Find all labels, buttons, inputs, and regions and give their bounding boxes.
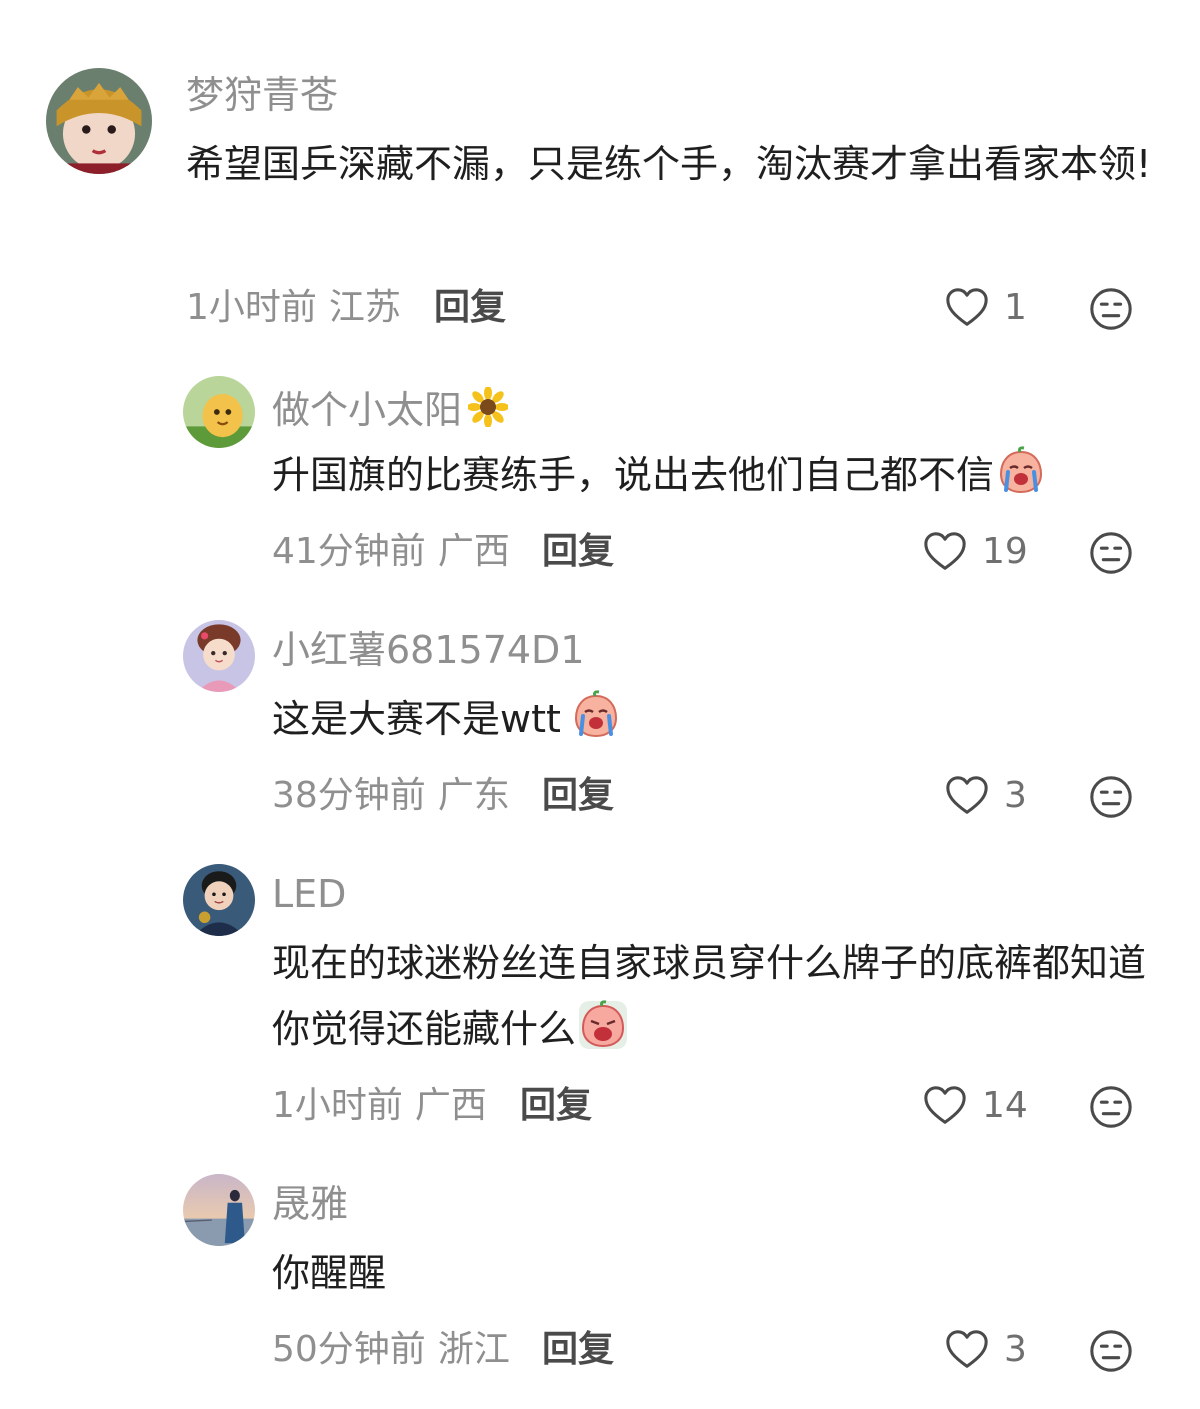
location: 广东: [437, 775, 510, 816]
reply-button[interactable]: 回复: [520, 1088, 592, 1124]
like-button[interactable]: 3: [944, 1326, 1027, 1374]
comment-body: 你醒醒: [272, 1251, 387, 1295]
neutral-face-icon: [1088, 1084, 1134, 1130]
crying-emoji: [996, 446, 1046, 496]
comment-body: 希望国乒深藏不漏，只是练个手，淘汰赛才拿出看家本领!: [186, 142, 1152, 186]
like-count: 14: [982, 1085, 1028, 1126]
heart-outline-icon: [944, 773, 990, 819]
like-button[interactable]: 1: [944, 284, 1027, 332]
timestamp: 1小时前: [186, 287, 317, 328]
crying-emoji: [578, 1000, 628, 1050]
like-button[interactable]: 3: [944, 772, 1027, 820]
username[interactable]: 做个小太阳: [272, 387, 509, 432]
timestamp: 38分钟前: [272, 775, 426, 816]
neutral-face-icon: [1088, 530, 1134, 576]
location: 广西: [414, 1085, 487, 1126]
username[interactable]: LED: [272, 875, 346, 913]
dislike-button[interactable]: [1088, 774, 1134, 820]
avatar[interactable]: [183, 1174, 255, 1246]
dislike-button[interactable]: [1088, 530, 1134, 576]
location: 浙江: [437, 1329, 510, 1370]
like-count: 3: [1004, 1329, 1027, 1370]
timestamp: 1小时前: [272, 1085, 403, 1126]
avatar[interactable]: [183, 620, 255, 692]
heart-outline-icon: [944, 1327, 990, 1373]
comment-text: 希望国乒深藏不漏，只是练个手，淘汰赛才拿出看家本领!: [186, 131, 1166, 197]
comment-text: 升国旗的比赛练手，说出去他们自己都不信: [272, 442, 1162, 508]
avatar[interactable]: [46, 68, 152, 174]
username[interactable]: 梦狩青苍: [186, 76, 338, 114]
like-button[interactable]: 14: [922, 1082, 1028, 1130]
username[interactable]: 小红薯681574D1: [272, 631, 585, 669]
comment-text: 这是大赛不是wtt: [272, 686, 1162, 752]
like-button[interactable]: 19: [922, 528, 1028, 576]
reply-button[interactable]: 回复: [542, 778, 614, 814]
comment-body: 升国旗的比赛练手，说出去他们自己都不信: [272, 453, 995, 497]
avatar[interactable]: [183, 864, 255, 936]
comment-meta: 41分钟前 广西: [272, 534, 510, 570]
comment-body: 这是大赛不是wtt: [272, 697, 561, 741]
dislike-button[interactable]: [1088, 1328, 1134, 1374]
location: 江苏: [328, 287, 401, 328]
heart-outline-icon: [922, 529, 968, 575]
timestamp: 50分钟前: [272, 1329, 426, 1370]
reply-button[interactable]: 回复: [542, 1332, 614, 1368]
reply-button[interactable]: 回复: [542, 534, 614, 570]
username-text: 做个小太阳: [272, 388, 463, 432]
like-count: 1: [1004, 287, 1027, 328]
neutral-face-icon: [1088, 286, 1134, 332]
comment-meta: 38分钟前 广东: [272, 778, 510, 814]
avatar[interactable]: [183, 376, 255, 448]
heart-outline-icon: [944, 285, 990, 331]
heart-outline-icon: [922, 1083, 968, 1129]
sunflower-emoji: [468, 387, 509, 427]
crying-emoji: [571, 690, 621, 740]
username[interactable]: 晟雅: [272, 1185, 348, 1223]
timestamp: 41分钟前: [272, 531, 426, 572]
comment-text: 现在的球迷粉丝连自家球员穿什么牌子的底裤都知道你觉得还能藏什么: [272, 930, 1162, 1062]
reply-button[interactable]: 回复: [434, 290, 506, 326]
location: 广西: [437, 531, 510, 572]
comment-body: 现在的球迷粉丝连自家球员穿什么牌子的底裤都知道你觉得还能藏什么: [272, 941, 1147, 1051]
comment-meta: 50分钟前 浙江: [272, 1332, 510, 1368]
like-count: 19: [982, 531, 1028, 572]
dislike-button[interactable]: [1088, 286, 1134, 332]
comment-meta: 1小时前 广西: [272, 1088, 487, 1124]
neutral-face-icon: [1088, 1328, 1134, 1374]
comment-meta: 1小时前 江苏: [186, 290, 401, 326]
neutral-face-icon: [1088, 774, 1134, 820]
comment-text: 你醒醒: [272, 1240, 1162, 1306]
like-count: 3: [1004, 775, 1027, 816]
dislike-button[interactable]: [1088, 1084, 1134, 1130]
